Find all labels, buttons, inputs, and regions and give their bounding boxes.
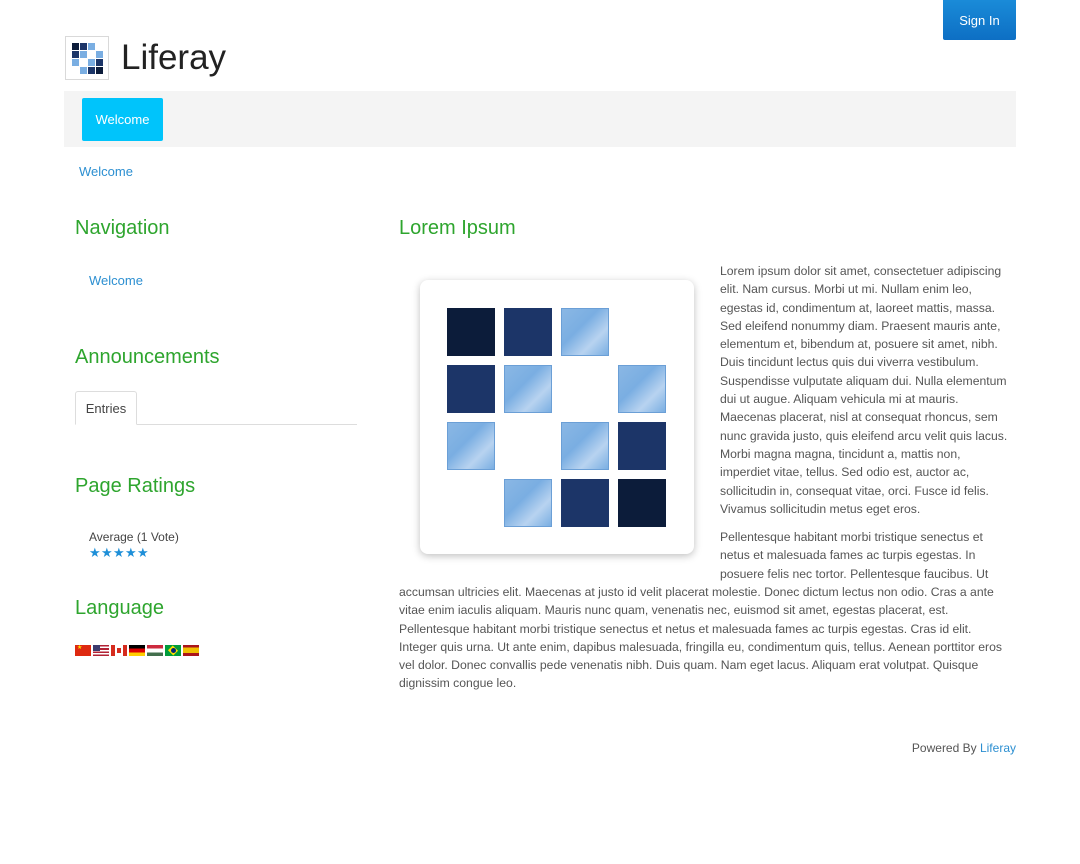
star-icon[interactable]: ★ <box>89 546 101 559</box>
nav-tab-welcome[interactable]: Welcome <box>82 98 163 141</box>
liferay-logo-icon[interactable] <box>65 36 109 80</box>
main-navbar: Welcome <box>64 91 1016 147</box>
footer-liferay-link[interactable]: Liferay <box>980 741 1016 755</box>
footer: Powered By Liferay <box>912 741 1016 755</box>
site-name[interactable]: Liferay <box>121 36 226 80</box>
language-flags: ★ <box>75 645 199 656</box>
language-title: Language <box>75 597 164 619</box>
rating-stars[interactable]: ★ ★ ★ ★ ★ <box>89 546 149 559</box>
germany-flag-icon[interactable] <box>129 645 145 656</box>
article-image <box>420 280 694 554</box>
china-flag-icon[interactable]: ★ <box>75 645 91 656</box>
article-title: Lorem Ipsum <box>399 217 516 239</box>
page-ratings-title: Page Ratings <box>75 475 196 497</box>
announcements-title: Announcements <box>75 346 220 368</box>
navigation-item-welcome[interactable]: Welcome <box>89 273 143 288</box>
hungary-flag-icon[interactable] <box>147 645 163 656</box>
logo-mark-icon <box>72 43 103 74</box>
brazil-flag-icon[interactable] <box>165 645 181 656</box>
usa-flag-icon[interactable] <box>93 645 109 656</box>
tab-entries[interactable]: Entries <box>75 391 137 425</box>
canada-flag-icon[interactable] <box>111 645 127 656</box>
article-paragraph-2-bottom: accumsan ultricies elit. Maecenas at jus… <box>399 585 1002 691</box>
navigation-title: Navigation <box>75 217 170 239</box>
star-icon[interactable]: ★ <box>125 546 137 559</box>
star-icon[interactable]: ★ <box>113 546 125 559</box>
article-paragraph-2-top: Pellentesque habitant morbi tristique se… <box>720 530 989 581</box>
footer-powered-by: Powered By <box>911 741 980 755</box>
rating-summary: Average (1 Vote) <box>89 530 179 544</box>
star-icon[interactable]: ★ <box>101 546 113 559</box>
article-paragraph-1: Lorem ipsum dolor sit amet, consectetuer… <box>720 264 1008 516</box>
breadcrumb-welcome[interactable]: Welcome <box>79 164 133 179</box>
spain-flag-icon[interactable] <box>183 645 199 656</box>
sign-in-button[interactable]: Sign In <box>943 0 1016 40</box>
star-icon[interactable]: ★ <box>137 546 149 559</box>
